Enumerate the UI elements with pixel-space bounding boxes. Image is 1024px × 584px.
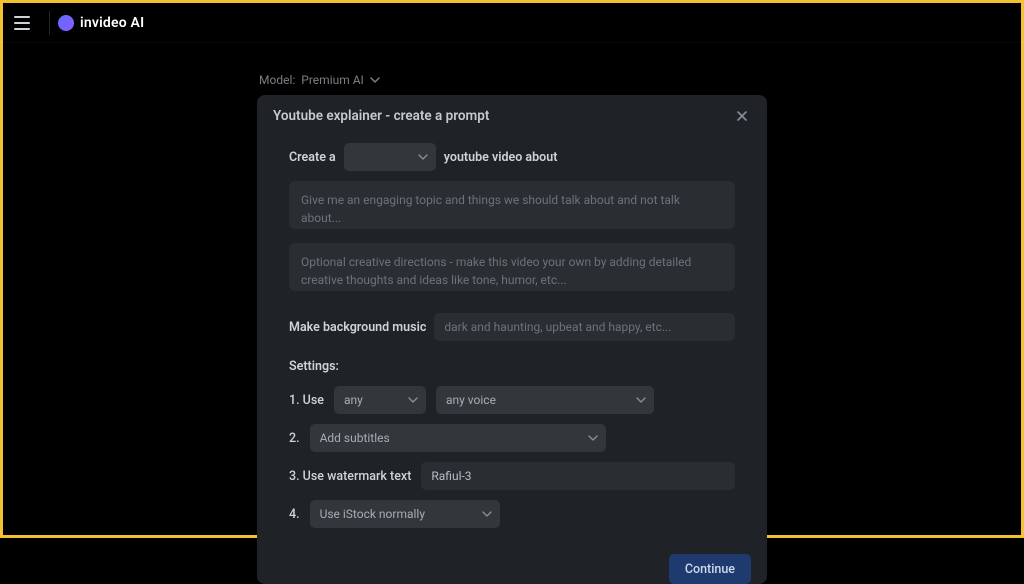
- about-label: youtube video about: [444, 150, 558, 165]
- settings-heading: Settings:: [289, 359, 735, 374]
- settings-row-3: 3. Use watermark text: [289, 462, 735, 490]
- settings-3-label: 3. Use watermark text: [289, 469, 411, 484]
- create-a-row: Create a youtube video about: [289, 143, 735, 171]
- duration-select[interactable]: [344, 143, 436, 171]
- stock-select[interactable]: Use iStock normally: [310, 500, 500, 528]
- model-selector[interactable]: Model: Premium AI: [259, 73, 767, 87]
- topic-textarea[interactable]: [289, 181, 735, 229]
- voice-select[interactable]: any voice: [436, 386, 654, 414]
- menu-hamburger-icon[interactable]: [9, 10, 35, 36]
- bgmusic-row: Make background music: [289, 313, 735, 341]
- card-header: Youtube explainer - create a prompt: [257, 95, 767, 137]
- topbar-divider: [49, 11, 50, 35]
- editor-wrapper: Model: Premium AI Youtube explainer - cr…: [257, 73, 767, 535]
- watermark-input[interactable]: [421, 462, 735, 490]
- chevron-down-icon: [370, 75, 380, 85]
- brand[interactable]: invideo AI: [58, 15, 144, 31]
- close-icon[interactable]: [733, 107, 751, 125]
- card-title: Youtube explainer - create a prompt: [273, 108, 489, 124]
- brand-name: invideo AI: [80, 15, 144, 31]
- settings-4-label: 4.: [289, 507, 300, 522]
- card-body: Create a youtube video about: [257, 137, 767, 544]
- bgmusic-label: Make background music: [289, 320, 426, 335]
- directions-textarea[interactable]: [289, 243, 735, 291]
- stage: Model: Premium AI Youtube explainer - cr…: [3, 43, 1021, 535]
- settings-row-2: 2. Add subtitles: [289, 424, 735, 452]
- continue-button[interactable]: Continue: [669, 554, 751, 584]
- app-frame: invideo AI Model: Premium AI Youtube exp…: [0, 0, 1024, 538]
- create-a-label: Create a: [289, 150, 336, 165]
- bgmusic-input[interactable]: [434, 313, 735, 341]
- voice-gender-select[interactable]: any: [334, 386, 426, 414]
- model-prefix: Model:: [259, 73, 295, 87]
- card-footer: Continue: [257, 544, 767, 584]
- prompt-card: Youtube explainer - create a prompt Crea…: [257, 95, 767, 584]
- brand-logo-icon: [58, 15, 74, 31]
- model-name: Premium AI: [301, 73, 364, 87]
- settings-row-1: 1. Use any any voice: [289, 386, 735, 414]
- settings-1-label: 1. Use: [289, 393, 324, 408]
- top-bar: invideo AI: [3, 3, 1021, 43]
- subtitles-select[interactable]: Add subtitles: [310, 424, 606, 452]
- settings-row-4: 4. Use iStock normally: [289, 500, 735, 528]
- settings-2-label: 2.: [289, 431, 300, 446]
